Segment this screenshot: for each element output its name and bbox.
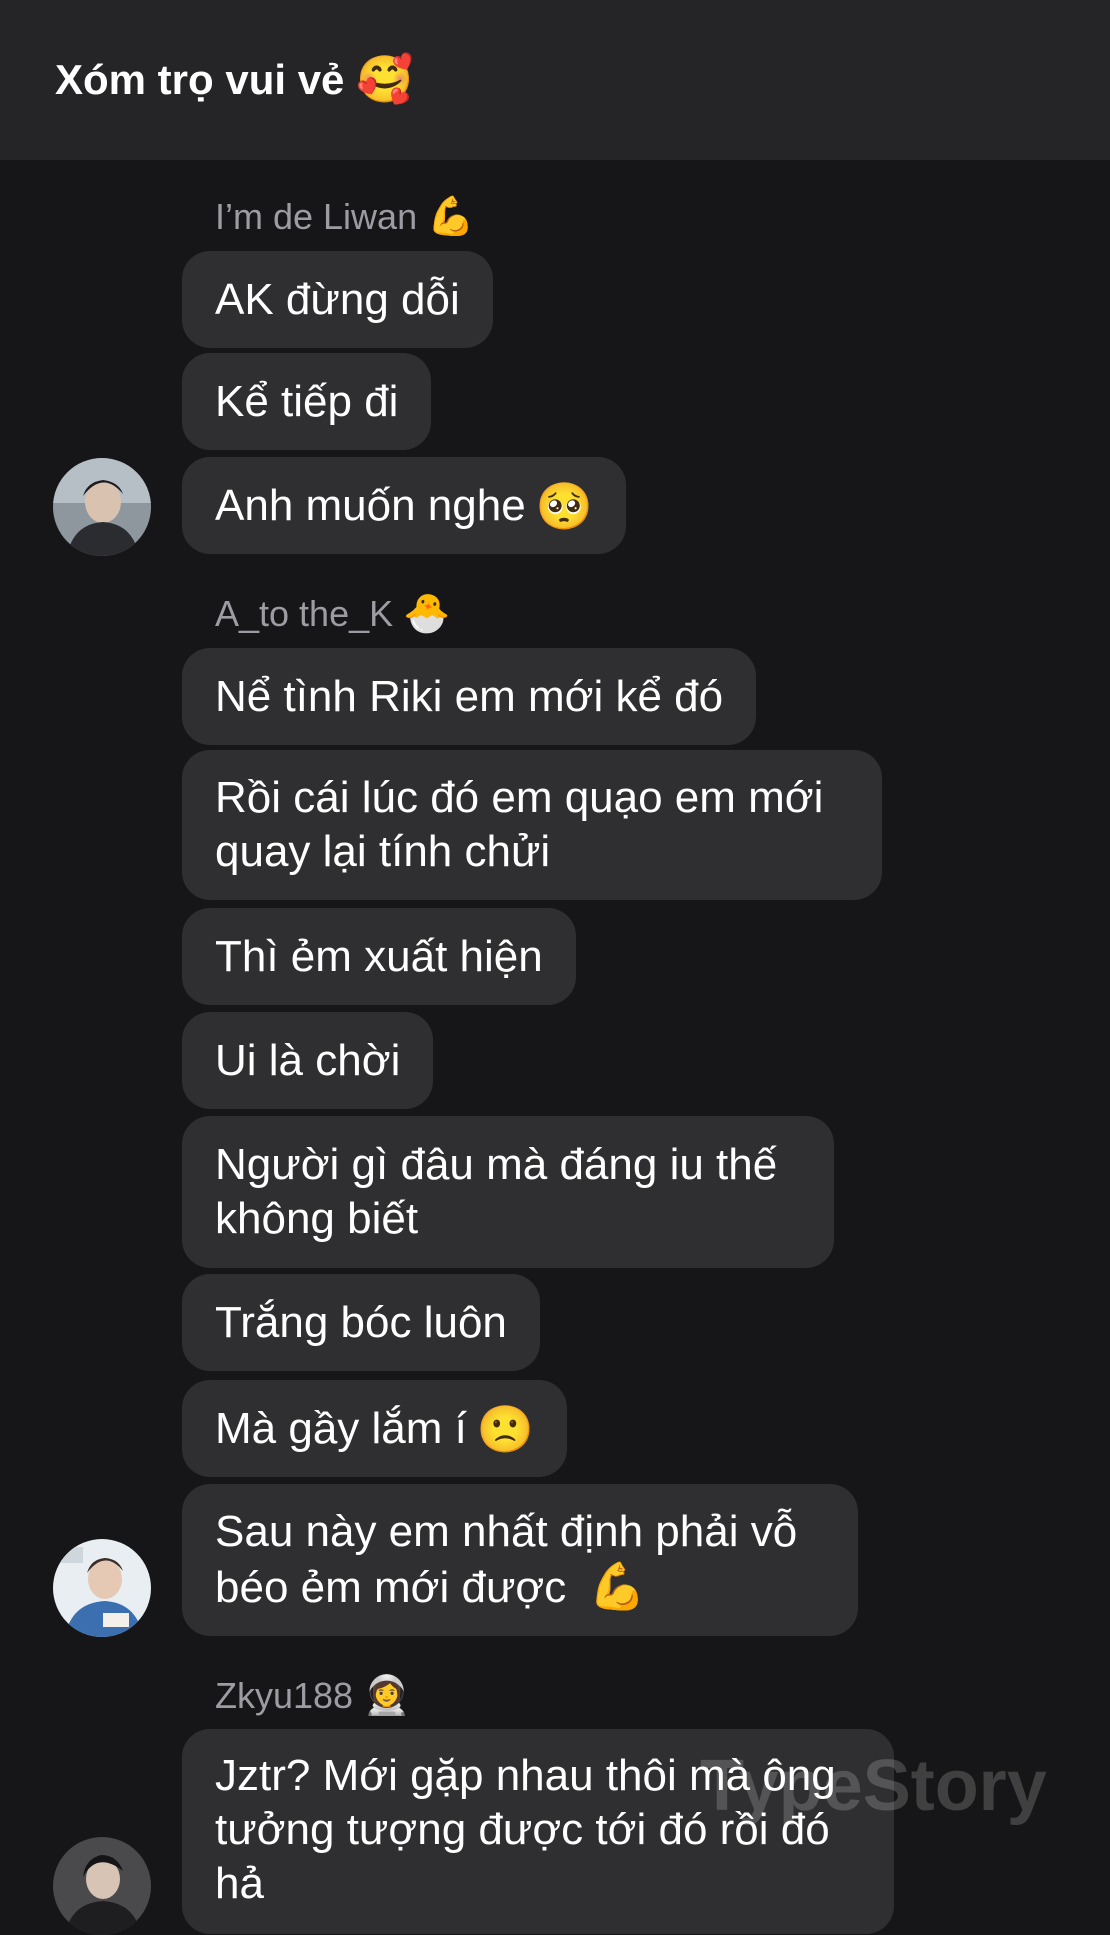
message-bubble[interactable]: Anh muốn nghe 🥺 xyxy=(182,457,626,554)
sender-name[interactable]: Zkyu188 👩‍🚀 xyxy=(215,1673,410,1718)
message-bubble[interactable]: Kể tiếp đi xyxy=(182,353,432,450)
smiling-hearts-emoji: 🥰 xyxy=(356,52,414,106)
message-bubble[interactable]: Người gì đâu mà đáng iu thế không biết xyxy=(182,1116,834,1268)
message-bubble[interactable]: Sau này em nhất định phải vỗ béo ẻm mới … xyxy=(182,1484,858,1636)
slightly-frowning-face-emoji: 🙁 xyxy=(476,1401,535,1456)
message-text: béo ẻm mới được xyxy=(215,1563,567,1612)
flexed-biceps-emoji: 💪 xyxy=(588,1559,646,1613)
sender-name[interactable]: I’m de Liwan 💪 xyxy=(215,194,474,239)
avatar[interactable] xyxy=(53,1539,151,1637)
message-bubble[interactable]: Ui là chời xyxy=(182,1012,434,1109)
person-avatar-icon xyxy=(53,1539,151,1637)
message-text-line: không biết xyxy=(215,1194,419,1243)
sender-name-text: Zkyu188 xyxy=(215,1674,354,1716)
message-bubble[interactable]: Thì ẻm xuất hiện xyxy=(182,908,576,1005)
message-text-line: Rồi cái lúc đó em quạo em mới xyxy=(215,773,824,822)
chat-title-text: Xóm trọ vui vẻ xyxy=(55,55,345,103)
message-text-line: hả xyxy=(215,1859,264,1908)
message-text-line: Sau này em nhất định phải vỗ xyxy=(215,1507,798,1556)
astronaut-emoji: 👩‍🚀 xyxy=(363,1673,411,1717)
message-bubble[interactable]: AK đừng dỗi xyxy=(182,251,493,348)
message-text: Kể tiếp đi xyxy=(215,376,399,426)
chat-title[interactable]: Xóm trọ vui vẻ 🥰 xyxy=(55,52,414,107)
sender-name-text: I’m de Liwan xyxy=(215,195,418,237)
message-bubble[interactable]: Rồi cái lúc đó em quạo em mới quay lại t… xyxy=(182,750,882,900)
pleading-face-emoji: 🥺 xyxy=(535,478,593,533)
sender-name[interactable]: A_to the_K 🐣 xyxy=(215,591,450,636)
message-bubble[interactable]: Trắng bóc luôn xyxy=(182,1274,540,1371)
message-text: Ui là chời xyxy=(215,1035,401,1085)
message-bubble[interactable]: Nể tình Riki em mới kể đó xyxy=(182,648,757,745)
avatar[interactable] xyxy=(53,458,151,556)
person-avatar-icon xyxy=(53,458,151,556)
hatching-chick-emoji: 🐣 xyxy=(403,591,451,635)
person-avatar-icon xyxy=(53,1837,151,1935)
avatar[interactable] xyxy=(53,1837,151,1935)
message-text-line: béo ẻm mới được 💪 xyxy=(215,1559,797,1615)
message-text: Thì ẻm xuất hiện xyxy=(215,931,543,981)
chat-header: Xóm trọ vui vẻ 🥰 xyxy=(0,0,1110,160)
message-text-line: Người gì đâu mà đáng iu thế xyxy=(215,1140,778,1189)
message-text: Nể tình Riki em mới kể đó xyxy=(215,671,724,721)
message-text: AK đừng dỗi xyxy=(215,274,460,324)
message-bubble[interactable]: Mà gầy lắm í 🙁 xyxy=(182,1380,568,1477)
message-text: Trắng bóc luôn xyxy=(215,1297,507,1347)
message-text: Mà gầy lắm í xyxy=(215,1403,467,1453)
flexed-biceps-emoji: 💪 xyxy=(427,194,475,238)
watermark: TypeStory xyxy=(700,1746,1047,1826)
message-text: Anh muốn nghe xyxy=(215,480,526,530)
sender-name-text: A_to the_K xyxy=(215,592,394,634)
message-text-line: quay lại tính chửi xyxy=(215,827,551,876)
